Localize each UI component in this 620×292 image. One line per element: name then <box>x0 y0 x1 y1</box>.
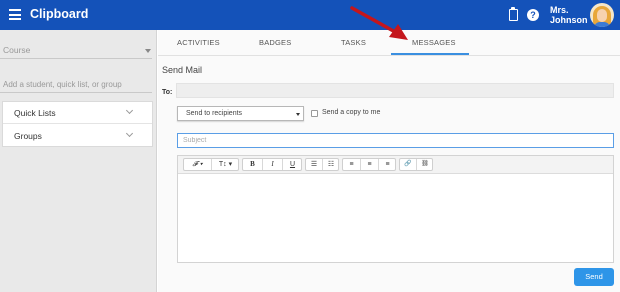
numbered-list-button[interactable]: ☷ <box>323 159 339 170</box>
course-select[interactable]: Course <box>3 45 30 55</box>
help-icon[interactable]: ? <box>527 9 539 21</box>
send-button[interactable]: Send <box>574 268 614 286</box>
align-left-button[interactable]: ≡ <box>343 159 361 170</box>
chevron-down-icon[interactable] <box>125 129 134 138</box>
user-name-first: Mrs. <box>550 5 569 15</box>
subject-input[interactable] <box>177 133 614 148</box>
italic-button[interactable]: I <box>263 159 283 170</box>
top-bar: Clipboard ? Mrs. Johnson <box>0 0 620 30</box>
unlink-button[interactable]: ⛓ <box>417 159 433 170</box>
sidebar-list: Quick Lists Groups <box>2 101 153 147</box>
divider <box>0 92 152 93</box>
chevron-down-icon[interactable] <box>125 106 134 115</box>
underline-button[interactable]: U <box>283 159 302 170</box>
recipients-select[interactable]: Send to recipients <box>177 106 304 121</box>
editor-toolbar: 𝓕 ▾ T↕ ▾ B I U ☰ ☷ ≡ ≡ ≡ 🔗 ⛓ <box>178 156 613 174</box>
caret-down-icon <box>296 113 300 116</box>
clipboard-icon[interactable] <box>509 7 518 21</box>
user-name[interactable]: Mrs. Johnson <box>550 5 588 25</box>
tab-activities[interactable]: ACTIVITIES <box>177 38 220 47</box>
recipients-select-value: Send to recipients <box>186 110 243 117</box>
sidebar: Course Add a student, quick list, or gro… <box>0 30 157 292</box>
tab-tasks[interactable]: TASKS <box>341 38 366 47</box>
to-field[interactable] <box>176 83 614 98</box>
list-group: ☰ ☷ <box>305 158 339 171</box>
send-copy-label[interactable]: Send a copy to me <box>322 109 380 116</box>
user-name-last: Johnson <box>550 15 588 25</box>
caret-down-icon[interactable] <box>145 49 151 53</box>
send-copy-checkbox[interactable] <box>311 110 318 117</box>
divider <box>0 58 152 59</box>
app-title: Clipboard <box>30 7 89 21</box>
sidebar-item-label: Quick Lists <box>14 108 56 118</box>
font-style-group: 𝓕 ▾ T↕ ▾ <box>183 158 239 171</box>
tab-badges[interactable]: BADGES <box>259 38 291 47</box>
sidebar-item-groups[interactable]: Groups <box>3 125 152 147</box>
align-right-button[interactable]: ≡ <box>379 159 396 170</box>
avatar[interactable] <box>590 3 614 27</box>
main-panel: ACTIVITIES BADGES TASKS MESSAGES Send Ma… <box>158 30 620 292</box>
font-size-button[interactable]: T↕ ▾ <box>212 159 239 170</box>
font-family-button[interactable]: 𝓕 ▾ <box>184 159 212 170</box>
active-tab-indicator <box>391 53 469 55</box>
to-label: To: <box>162 89 173 96</box>
text-format-group: B I U <box>242 158 302 171</box>
align-group: ≡ ≡ ≡ <box>342 158 396 171</box>
link-button[interactable]: 🔗 <box>400 159 417 170</box>
message-body-input[interactable] <box>178 174 613 262</box>
link-group: 🔗 ⛓ <box>399 158 433 171</box>
page-title: Send Mail <box>162 65 203 75</box>
bold-button[interactable]: B <box>243 159 263 170</box>
tab-messages[interactable]: MESSAGES <box>412 38 456 47</box>
sidebar-item-label: Groups <box>14 131 42 141</box>
message-editor: 𝓕 ▾ T↕ ▾ B I U ☰ ☷ ≡ ≡ ≡ 🔗 ⛓ <box>177 155 614 263</box>
tab-bar: ACTIVITIES BADGES TASKS MESSAGES <box>158 30 620 56</box>
align-center-button[interactable]: ≡ <box>361 159 379 170</box>
bullet-list-button[interactable]: ☰ <box>306 159 323 170</box>
student-search-input[interactable]: Add a student, quick list, or group <box>3 80 122 89</box>
sidebar-item-quick-lists[interactable]: Quick Lists <box>3 102 152 124</box>
hamburger-icon[interactable] <box>9 9 21 20</box>
